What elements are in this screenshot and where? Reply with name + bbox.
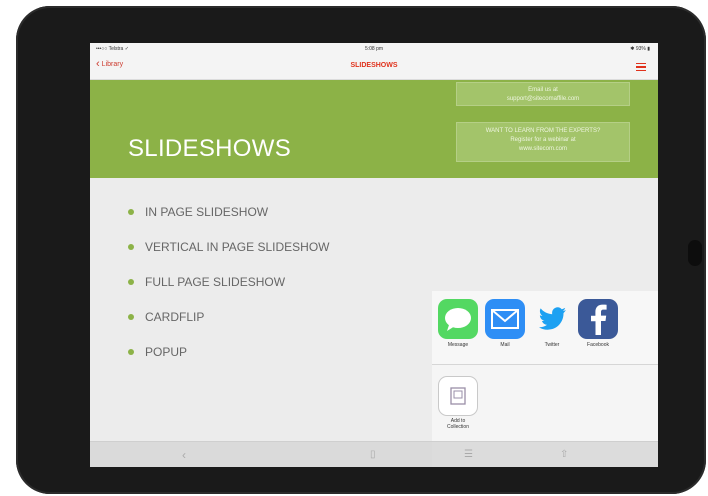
- share-icon[interactable]: ⇧: [560, 449, 568, 460]
- email-box-line: Email us at: [528, 87, 558, 93]
- bullet-icon: [128, 314, 134, 320]
- email-contact-box[interactable]: Email us at support@sitecomaffile.com: [456, 82, 630, 106]
- share-app-label: Message: [447, 342, 469, 348]
- share-app-facebook[interactable]: Facebook: [578, 299, 618, 348]
- list-item[interactable]: POPUP: [128, 345, 187, 359]
- list-item[interactable]: VERTICAL IN PAGE SLIDESHOW: [128, 240, 330, 254]
- banner-title: SLIDESHOWS: [128, 135, 292, 162]
- collection-icon: [438, 376, 478, 416]
- message-icon: [438, 299, 478, 339]
- action-label-line: Collection: [447, 424, 469, 430]
- webinar-box-line: www.sitecom.com: [518, 146, 567, 152]
- mail-icon: [485, 299, 525, 339]
- share-app-label: Twitter: [544, 342, 560, 348]
- hamburger-menu-icon[interactable]: [636, 63, 646, 72]
- list-item-label: IN PAGE SLIDESHOW: [145, 205, 269, 219]
- bullet-icon: [128, 244, 134, 250]
- share-app-label: Mail: [500, 342, 510, 348]
- bullet-icon: [128, 209, 134, 215]
- list-item-label: FULL PAGE SLIDESHOW: [145, 275, 286, 289]
- facebook-icon: [578, 299, 618, 339]
- bottom-toolbar: ‹ ▯ ☰ ⇧: [90, 441, 658, 467]
- share-app-label: Facebook: [587, 342, 609, 348]
- list-item-label: CARDFLIP: [145, 310, 205, 324]
- status-bar: •••○○ Telstra ✓ 5:08 pm ✱ 93% ▮: [90, 43, 658, 55]
- bullet-icon: [128, 349, 134, 355]
- banner: Email us at support@sitecomaffile.com WA…: [90, 80, 658, 178]
- webinar-box-line: WANT TO LEARN FROM THE EXPERTS?: [485, 128, 601, 134]
- page-title: SLIDESHOWS: [350, 62, 398, 69]
- share-app-twitter[interactable]: Twitter: [532, 299, 572, 348]
- battery-indicator: ✱ 93% ▮: [630, 46, 650, 52]
- email-box-line: support@sitecomaffile.com: [506, 96, 580, 102]
- home-button[interactable]: [688, 240, 702, 266]
- twitter-icon: [532, 299, 572, 339]
- list-item[interactable]: FULL PAGE SLIDESHOW: [128, 275, 285, 289]
- add-to-collection-action[interactable]: Add to Collection: [438, 376, 478, 430]
- webinar-box-line: Register for a webinar at: [510, 137, 576, 143]
- share-apps-row: Message Mail Twitter Facebook: [432, 291, 658, 365]
- clock: 5:08 pm: [364, 46, 384, 52]
- list-item[interactable]: IN PAGE SLIDESHOW: [128, 205, 268, 219]
- page-icon[interactable]: ▯: [370, 449, 376, 460]
- screen: •••○○ Telstra ✓ 5:08 pm ✱ 93% ▮ ‹ Librar…: [90, 43, 658, 467]
- back-arrow-icon[interactable]: ‹: [182, 448, 186, 462]
- list-item-label: VERTICAL IN PAGE SLIDESHOW: [145, 240, 330, 254]
- share-app-message[interactable]: Message: [438, 299, 478, 348]
- list-icon[interactable]: ☰: [464, 449, 473, 460]
- share-app-mail[interactable]: Mail: [485, 299, 525, 348]
- list-item-label: POPUP: [145, 345, 188, 359]
- nav-bar: ‹ Library SLIDESHOWS: [90, 55, 658, 80]
- bullet-icon: [128, 279, 134, 285]
- list-item[interactable]: CARDFLIP: [128, 310, 204, 324]
- webinar-box[interactable]: WANT TO LEARN FROM THE EXPERTS? Register…: [456, 122, 630, 162]
